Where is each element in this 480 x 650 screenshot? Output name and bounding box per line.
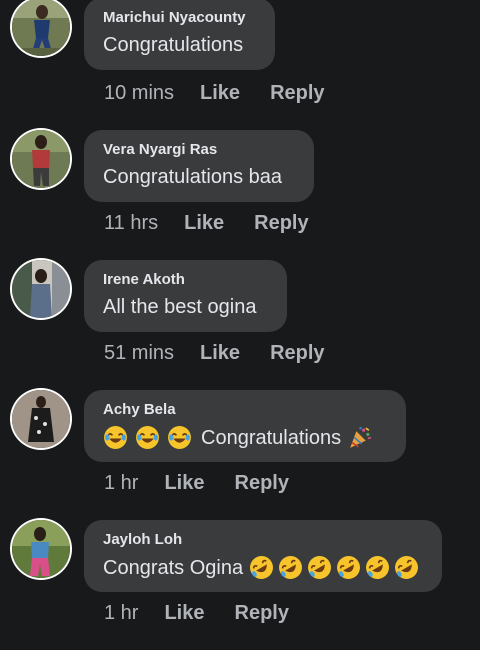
joy-emoji-icon xyxy=(135,425,160,450)
comment-text-content: All the best ogina xyxy=(103,296,257,318)
like-button[interactable]: Like xyxy=(200,342,240,365)
comment-text: Congratulations xyxy=(103,425,387,450)
comment-author[interactable]: Marichui Nyacounty xyxy=(103,10,256,26)
comment-author[interactable]: Irene Akoth xyxy=(103,272,268,288)
comment-text: Congratulations xyxy=(103,33,256,57)
comment-item: Achy Bela Congratulations 1 hr Like Repl… xyxy=(0,390,480,520)
comment-actions: 1 hr Like Reply xyxy=(104,602,319,625)
comment-item: Irene Akoth All the best ogina 51 mins L… xyxy=(0,260,480,390)
rofl-emoji-icon xyxy=(394,555,419,580)
like-button[interactable]: Like xyxy=(184,212,224,235)
comment-actions: 51 mins Like Reply xyxy=(104,342,355,365)
comment-time[interactable]: 1 hr xyxy=(104,602,138,625)
party-popper-emoji-icon xyxy=(347,425,372,450)
comment-item: Vera Nyargi Ras Congratulations baa 11 h… xyxy=(0,130,480,260)
comment-actions: 11 hrs Like Reply xyxy=(104,212,339,235)
reply-button[interactable]: Reply xyxy=(270,82,324,105)
avatar[interactable] xyxy=(12,390,70,448)
comment-actions: 10 mins Like Reply xyxy=(104,82,355,105)
rofl-emoji-icon xyxy=(278,555,303,580)
rofl-emoji-icon xyxy=(307,555,332,580)
comment-time[interactable]: 51 mins xyxy=(104,342,174,365)
reply-button[interactable]: Reply xyxy=(235,602,289,625)
rofl-emoji-icon xyxy=(336,555,361,580)
rofl-emoji-icon xyxy=(249,555,274,580)
comment-time[interactable]: 1 hr xyxy=(104,472,138,495)
joy-emoji-icon xyxy=(167,425,192,450)
comment-actions: 1 hr Like Reply xyxy=(104,472,319,495)
comment-text: Congrats Ogina xyxy=(103,555,423,580)
comment-author[interactable]: Jayloh Loh xyxy=(103,532,423,548)
comment-bubble: Irene Akoth All the best ogina xyxy=(84,260,287,332)
comment-text-content: Congratulations xyxy=(201,426,342,449)
reply-button[interactable]: Reply xyxy=(270,342,324,365)
comment-item: Marichui Nyacounty Congratulations 10 mi… xyxy=(0,0,480,130)
comment-author[interactable]: Achy Bela xyxy=(103,402,387,418)
comment-bubble: Jayloh Loh Congrats Ogina xyxy=(84,520,442,592)
avatar[interactable] xyxy=(12,260,70,318)
avatar[interactable] xyxy=(12,520,70,578)
comment-author[interactable]: Vera Nyargi Ras xyxy=(103,142,295,158)
reply-button[interactable]: Reply xyxy=(254,212,308,235)
comment-item: Jayloh Loh Congrats Ogina 1 hr Like Repl… xyxy=(0,520,480,650)
comment-text-content: Congratulations baa xyxy=(103,166,283,188)
comment-time[interactable]: 11 hrs xyxy=(104,212,158,235)
comment-bubble: Achy Bela Congratulations xyxy=(84,390,406,462)
like-button[interactable]: Like xyxy=(200,82,240,105)
reply-button[interactable]: Reply xyxy=(235,472,289,495)
avatar[interactable] xyxy=(12,130,70,188)
comment-text-content: Congratulations xyxy=(103,34,244,56)
avatar[interactable] xyxy=(12,0,70,56)
comment-text: All the best ogina xyxy=(103,295,268,319)
comment-text-content: Congrats Ogina xyxy=(103,556,244,579)
rofl-emoji-icon xyxy=(365,555,390,580)
comment-text: Congratulations baa xyxy=(103,165,295,189)
like-button[interactable]: Like xyxy=(164,602,204,625)
like-button[interactable]: Like xyxy=(164,472,204,495)
comment-time[interactable]: 10 mins xyxy=(104,82,174,105)
joy-emoji-icon xyxy=(103,425,128,450)
comment-bubble: Vera Nyargi Ras Congratulations baa xyxy=(84,130,314,202)
comment-bubble: Marichui Nyacounty Congratulations xyxy=(84,0,275,70)
